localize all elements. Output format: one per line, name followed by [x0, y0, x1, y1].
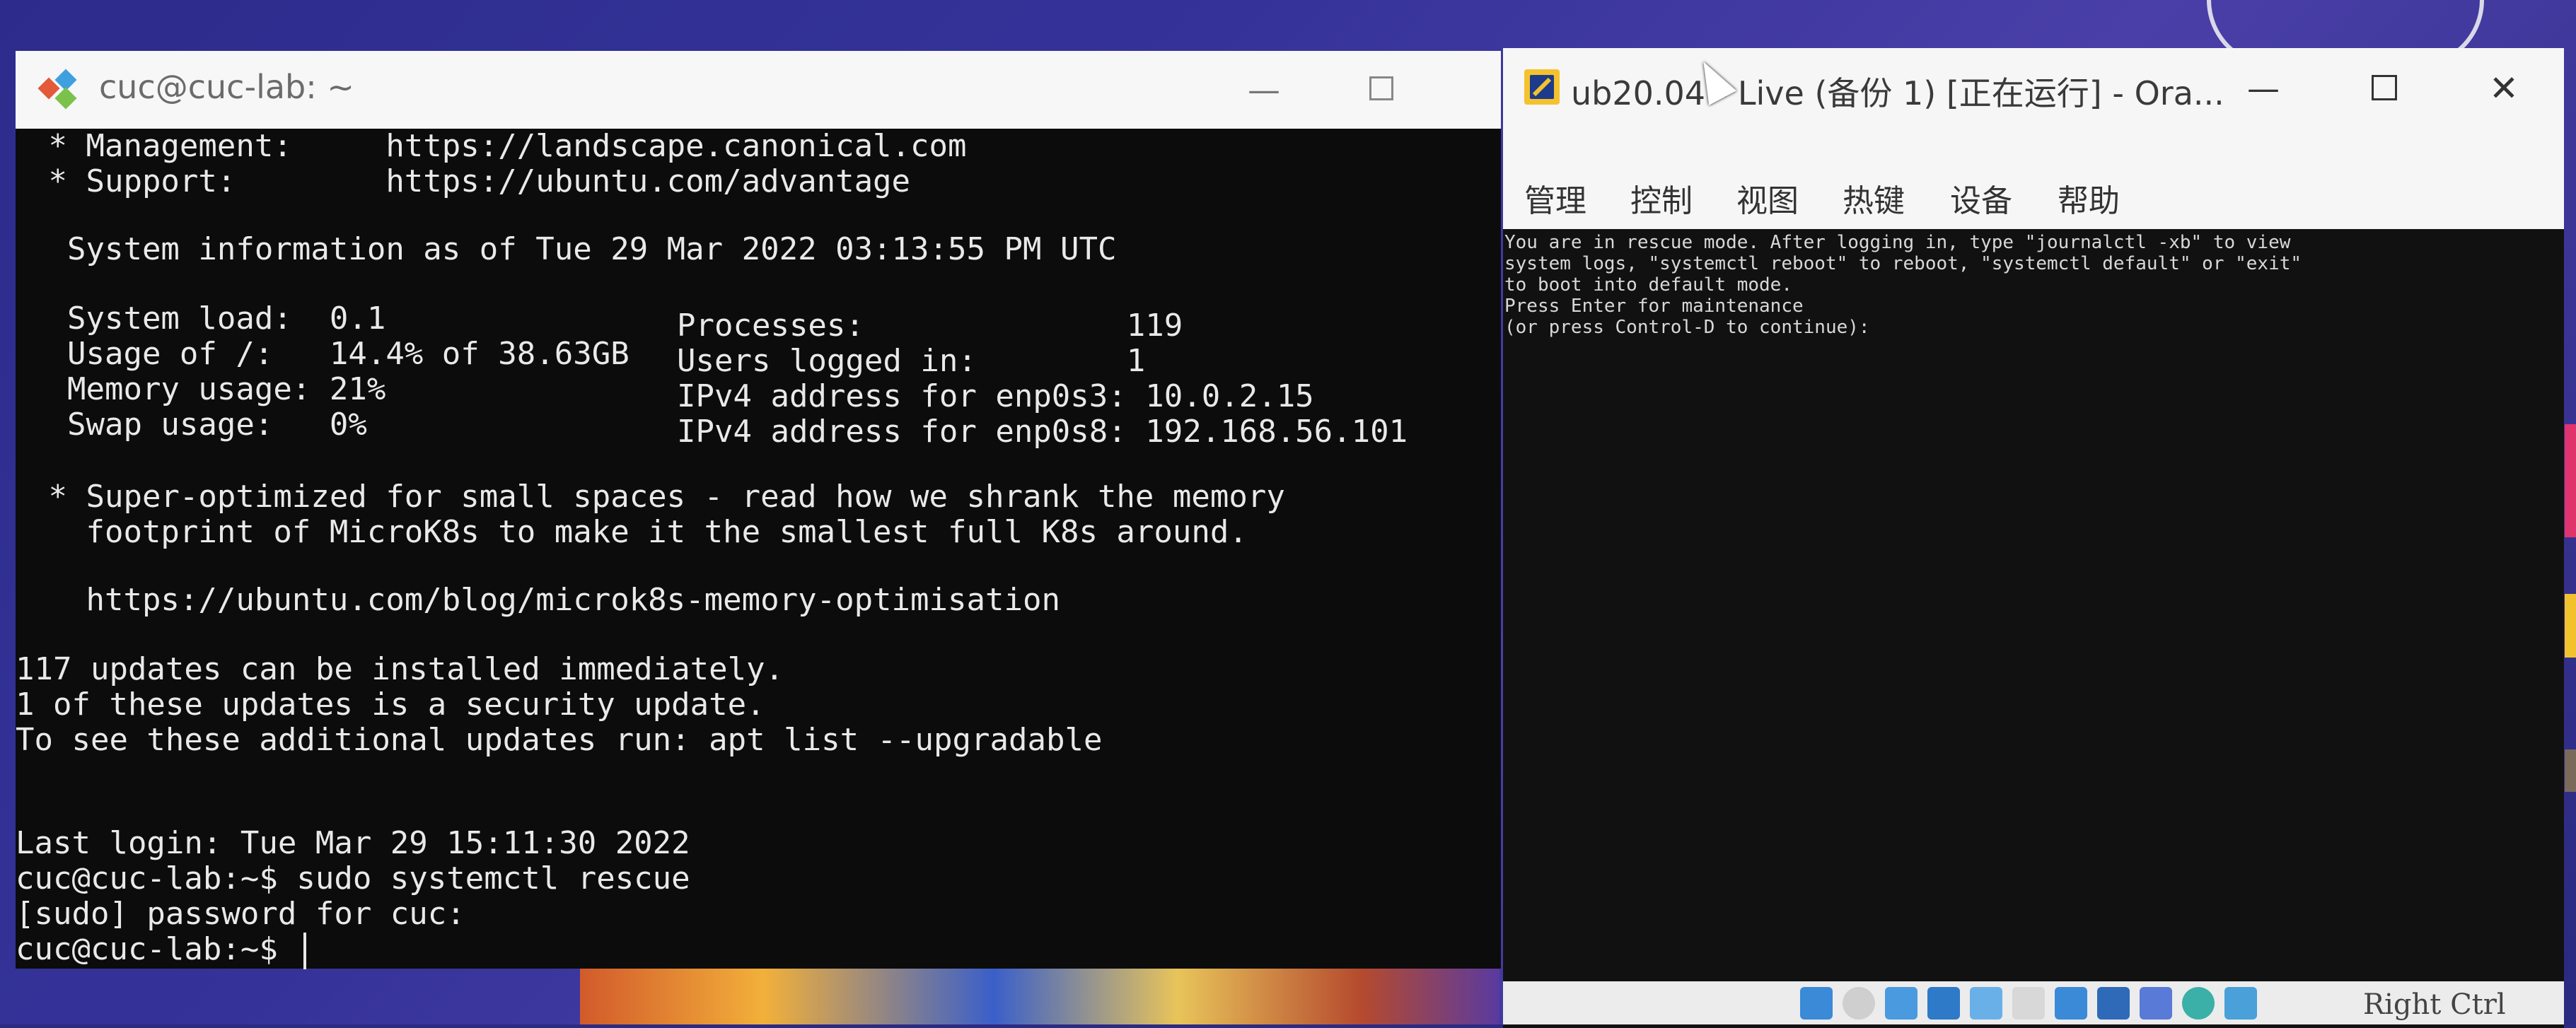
minimize-button[interactable]: —: [1232, 65, 1296, 115]
prompt-text: cuc@cuc-lab:~$: [16, 931, 297, 967]
host-key-label: Right Ctrl: [2363, 988, 2506, 1021]
menu-devices[interactable]: 设备: [1950, 175, 2012, 221]
terminal-line: Users logged in: 1: [677, 343, 1146, 379]
terminal-line: IPv4 address for enp0s3: 10.0.2.15: [677, 378, 1314, 414]
terminal-titlebar[interactable]: cuc@cuc-lab: ~ —: [16, 51, 1501, 129]
menu-help[interactable]: 帮助: [2058, 175, 2120, 221]
menu-control[interactable]: 控制: [1630, 175, 1693, 221]
vm-statusbar: Right Ctrl: [1503, 981, 2564, 1024]
console-line: You are in rescue mode. After logging in…: [1504, 232, 2291, 253]
wallpaper-edge-accent: [2565, 594, 2576, 658]
menu-view[interactable]: 视图: [1736, 175, 1799, 221]
terminal-line: 1 of these updates is a security update.: [16, 687, 765, 723]
terminal-line: Last login: Tue Mar 29 15:11:30 2022: [16, 825, 690, 861]
menu-manage[interactable]: 管理: [1524, 175, 1586, 221]
menu-hotkeys[interactable]: 热键: [1843, 175, 1905, 221]
recording-icon[interactable]: [2097, 987, 2130, 1020]
terminal-line: Memory usage: 21%: [30, 371, 386, 407]
minimize-button[interactable]: —: [2224, 64, 2302, 113]
terminal-line: [sudo] password for cuc:: [16, 896, 465, 932]
audio-icon[interactable]: [1885, 987, 1918, 1020]
vm-window-title: ub20.04 - Live (备份 1) [正在运行] - Ora...: [1571, 74, 2224, 112]
terminal-line: IPv4 address for enp0s8: 192.168.56.101: [677, 414, 1408, 450]
terminal-line: Swap usage: 0%: [30, 407, 367, 443]
terminal-line: * Super-optimized for small spaces - rea…: [30, 479, 1285, 515]
console-line: (or press Control-D to continue):: [1504, 317, 1870, 338]
wallpaper-edge-accent: [2565, 424, 2576, 537]
terminal-app-icon: [37, 69, 77, 110]
close-button[interactable]: ✕: [2465, 64, 2543, 113]
terminal-output[interactable]: * Management: https://landscape.canonica…: [16, 129, 1501, 969]
maximize-icon: [1369, 76, 1393, 100]
cpu-icon[interactable]: [2140, 987, 2172, 1020]
terminal-line: System information as of Tue 29 Mar 2022…: [30, 231, 1117, 267]
maximize-icon: [2372, 75, 2397, 100]
hard-disk-icon[interactable]: [1800, 987, 1833, 1020]
network-icon[interactable]: [1927, 987, 1960, 1020]
console-line: Press Enter for maintenance: [1504, 296, 1804, 317]
optical-drive-icon[interactable]: [1843, 987, 1875, 1020]
terminal-line: https://ubuntu.com/blog/microk8s-memory-…: [30, 582, 1060, 618]
display-icon[interactable]: [2055, 987, 2087, 1020]
terminal-line: Usage of /: 14.4% of 38.63GB: [30, 336, 630, 372]
terminal-line: Processes: 119: [677, 308, 1183, 344]
vm-console-screen[interactable]: You are in rescue mode. After logging in…: [1503, 229, 2564, 1028]
keyboard-capture-icon[interactable]: [2224, 987, 2257, 1020]
terminal-window[interactable]: cuc@cuc-lab: ~ — * Management: https://l…: [16, 51, 1501, 969]
terminal-title: cuc@cuc-lab: ~: [99, 68, 354, 106]
virtualbox-vm-window[interactable]: ub20.04 - Live (备份 1) [正在运行] - Ora... — …: [1503, 48, 2564, 1028]
vm-titlebar[interactable]: ub20.04 - Live (备份 1) [正在运行] - Ora... — …: [1503, 48, 2564, 132]
terminal-line: 117 updates can be installed immediately…: [16, 651, 784, 687]
virtualbox-app-icon: [1524, 69, 1560, 105]
terminal-line: * Support: https://ubuntu.com/advantage: [30, 163, 911, 199]
text-cursor: [303, 933, 307, 969]
wallpaper-edge-accent: [2565, 749, 2576, 792]
shared-folders-icon[interactable]: [2012, 987, 2045, 1020]
terminal-line: * Management: https://landscape.canonica…: [30, 128, 967, 164]
console-line: system logs, "systemctl reboot" to reboo…: [1504, 253, 2302, 274]
maximize-button[interactable]: [2345, 64, 2423, 113]
terminal-line: System load: 0.1: [30, 300, 386, 337]
terminal-line: cuc@cuc-lab:~$ sudo systemctl rescue: [16, 860, 690, 896]
console-line: to boot into default mode.: [1504, 274, 1792, 296]
terminal-prompt[interactable]: cuc@cuc-lab:~$: [16, 931, 307, 969]
usb-icon[interactable]: [1970, 987, 2002, 1020]
vm-menubar: 管理 控制 视图 热键 设备 帮助: [1503, 132, 2564, 229]
mouse-integration-icon[interactable]: [2182, 987, 2215, 1020]
maximize-button[interactable]: [1352, 65, 1416, 115]
terminal-line: footprint of MicroK8s to make it the sma…: [30, 514, 1248, 550]
terminal-line: To see these additional updates run: apt…: [16, 722, 1103, 758]
